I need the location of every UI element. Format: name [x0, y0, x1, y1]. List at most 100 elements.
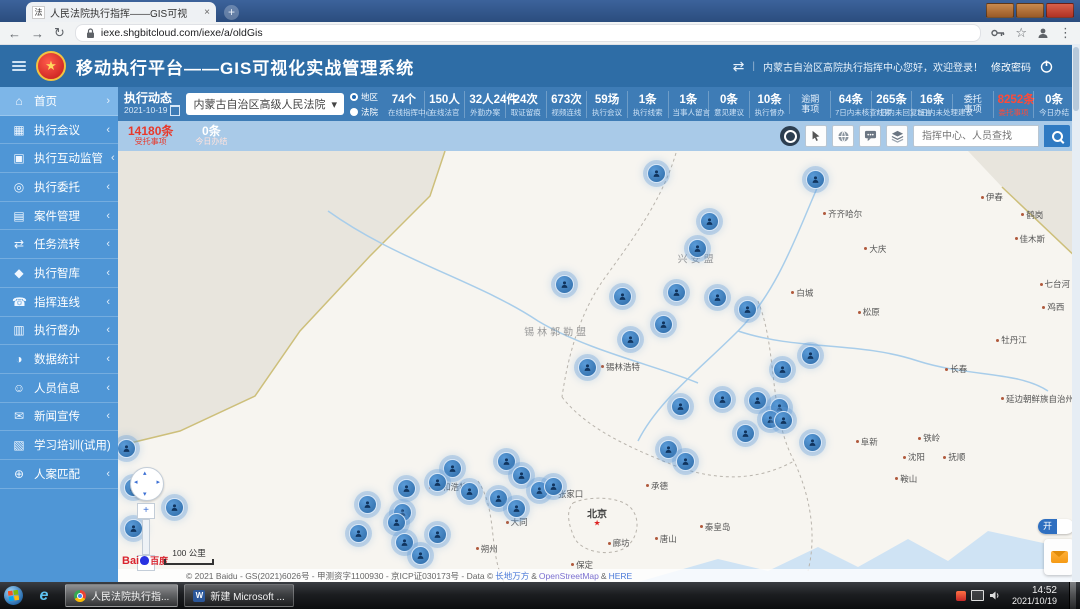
browser-tab[interactable]: 法 人民法院执行指挥——GIS可视 × — [26, 2, 216, 22]
minimize-button[interactable] — [986, 3, 1014, 18]
court-map-marker[interactable] — [358, 494, 378, 514]
court-map-marker[interactable] — [670, 397, 690, 417]
court-map-marker[interactable] — [442, 458, 462, 478]
court-map-marker[interactable] — [348, 523, 368, 543]
tray-app-icon[interactable] — [955, 590, 966, 601]
new-tab-button[interactable]: + — [224, 5, 239, 20]
locate-target-icon[interactable] — [780, 126, 800, 146]
globe-icon[interactable] — [832, 125, 854, 147]
calendar-icon[interactable] — [170, 105, 181, 117]
court-map-marker[interactable] — [713, 389, 733, 409]
court-map-marker[interactable] — [675, 451, 695, 471]
court-map-marker[interactable] — [620, 329, 640, 349]
pan-left-icon: ◂ — [134, 479, 138, 486]
map-search-input[interactable] — [920, 129, 1032, 143]
profile-icon[interactable] — [1037, 27, 1049, 39]
tab-close-icon[interactable]: × — [204, 7, 210, 18]
radio-court[interactable]: 法院 — [350, 106, 378, 118]
court-map-marker[interactable] — [394, 532, 414, 552]
court-selector-dropdown[interactable]: 内蒙古自治区高级人民法院 ▾ — [186, 93, 345, 115]
reload-icon[interactable]: ↻ — [54, 25, 65, 41]
court-map-marker[interactable] — [772, 360, 792, 380]
sidebar-item[interactable]: ☺ 人员信息 ‹ — [0, 374, 118, 403]
sidebar-item[interactable]: ◎ 执行委托 ‹ — [0, 173, 118, 202]
maximize-button[interactable] — [1016, 3, 1044, 18]
sidebar-item[interactable]: ▣ 执行互动监管 ‹ — [0, 144, 118, 174]
stat-label: 执行会议 — [592, 107, 623, 117]
back-icon[interactable]: ← — [8, 26, 21, 41]
speaker-icon[interactable] — [989, 590, 1000, 601]
openstreetmap-link[interactable]: OpenStreetMap — [539, 571, 599, 581]
radio-region[interactable]: 地区 — [350, 91, 378, 103]
court-map-marker[interactable] — [646, 163, 666, 183]
sidebar-item[interactable]: ▥ 执行督办 ‹ — [0, 317, 118, 346]
sidebar-item[interactable]: ▤ 案件管理 ‹ — [0, 202, 118, 231]
forward-icon[interactable]: → — [31, 26, 44, 41]
sidebar-item[interactable]: ✉ 新闻宣传 ‹ — [0, 403, 118, 432]
court-map-marker[interactable] — [543, 476, 563, 496]
sidebar-item[interactable]: ⌂ 首页 › — [0, 87, 118, 116]
court-map-marker[interactable] — [699, 211, 719, 231]
message-toggle[interactable]: 开 — [1038, 519, 1074, 534]
court-map-marker[interactable] — [736, 423, 756, 443]
bookmark-star-icon[interactable]: ☆ — [1015, 25, 1027, 41]
zoom-slider[interactable] — [142, 519, 150, 555]
chat-bubble-icon[interactable] — [859, 125, 881, 147]
tray-window-icon[interactable] — [970, 590, 984, 601]
court-map-marker[interactable] — [773, 410, 793, 430]
sidebar-item[interactable]: ◆ 执行智库 ‹ — [0, 259, 118, 288]
court-map-marker[interactable] — [488, 488, 508, 508]
court-map-marker[interactable] — [411, 545, 431, 565]
start-button[interactable] — [4, 586, 23, 605]
close-window-button[interactable] — [1046, 3, 1074, 18]
court-map-marker[interactable] — [396, 479, 416, 499]
exec-dynamics-title: 执行动态 — [124, 90, 173, 105]
court-map-marker[interactable] — [666, 282, 686, 302]
address-bar[interactable]: iexe.shgbitcloud.com/iexe/a/oldGis — [74, 24, 982, 42]
sidebar-item[interactable]: ▦ 执行会议 ‹ — [0, 116, 118, 145]
map-pan-control[interactable]: ▴ ▾ ◂ ▸ — [130, 467, 164, 501]
power-icon[interactable] — [1039, 59, 1054, 74]
court-map-marker[interactable] — [802, 432, 822, 452]
city-dot-icon — [855, 440, 859, 444]
show-desktop-button[interactable] — [1069, 582, 1076, 609]
hamburger-menu-icon[interactable] — [12, 61, 26, 71]
cursor-select-icon[interactable] — [805, 125, 827, 147]
page-scrollbar[interactable] — [1072, 44, 1080, 581]
sidebar-item[interactable]: ▧ 学习培训(试用) ‹ — [0, 431, 122, 460]
court-map-marker[interactable] — [747, 391, 767, 411]
stat-cell: 0条 意见建议 — [708, 90, 749, 118]
ie-taskbar-icon[interactable]: e — [29, 585, 59, 607]
switch-icon[interactable]: ⇄ — [733, 58, 745, 75]
court-map-marker[interactable] — [118, 438, 136, 458]
search-button[interactable] — [1044, 125, 1070, 147]
sidebar-item[interactable]: ☎ 指挥连线 ‹ — [0, 288, 118, 317]
scrollbar-thumb[interactable] — [1073, 47, 1079, 111]
here-link[interactable]: HERE — [609, 571, 633, 581]
court-map-marker[interactable] — [496, 451, 516, 471]
court-map-marker[interactable] — [800, 345, 820, 365]
court-map-marker[interactable] — [164, 498, 184, 517]
court-map-marker[interactable] — [387, 513, 407, 533]
message-panel[interactable] — [1044, 539, 1074, 575]
sidebar-item[interactable]: ⇄ 任务流转 ‹ — [0, 230, 118, 260]
marker-person-icon — [466, 488, 473, 495]
taskbar-window-word[interactable]: W 新建 Microsoft ... — [184, 584, 294, 607]
court-map-marker[interactable] — [659, 439, 679, 459]
sidebar-item[interactable]: ⊕ 人案匹配 ‹ — [0, 460, 118, 489]
change-password-link[interactable]: 修改密码 — [991, 59, 1031, 74]
map-city-label: 抚顺 — [943, 451, 965, 463]
map-city-label: 七台河 — [1039, 278, 1070, 290]
taskbar-window-chrome[interactable]: 人民法院执行指... — [65, 584, 179, 607]
changdiwanfang-link[interactable]: 长地万方 — [495, 570, 529, 582]
zoom-in-button[interactable]: + — [137, 503, 155, 519]
gis-map[interactable]: 锡林郭勒盟 兴安盟 伊春 齐齐哈尔 鹤岗 佳木斯 大庆 七台河 鸡西 白城 松原… — [118, 151, 1080, 582]
taskbar-clock[interactable]: 14:52 2021/10/19 — [1006, 585, 1063, 607]
menu-kebab-icon[interactable]: ⋮ — [1059, 25, 1072, 41]
sidebar-item[interactable]: ◑ 数据统计 ‹ — [0, 345, 118, 374]
court-map-marker[interactable] — [507, 498, 527, 518]
court-map-marker[interactable] — [688, 238, 708, 258]
court-map-marker[interactable] — [613, 286, 633, 306]
layers-icon[interactable] — [886, 125, 908, 147]
key-icon[interactable] — [991, 28, 1005, 38]
